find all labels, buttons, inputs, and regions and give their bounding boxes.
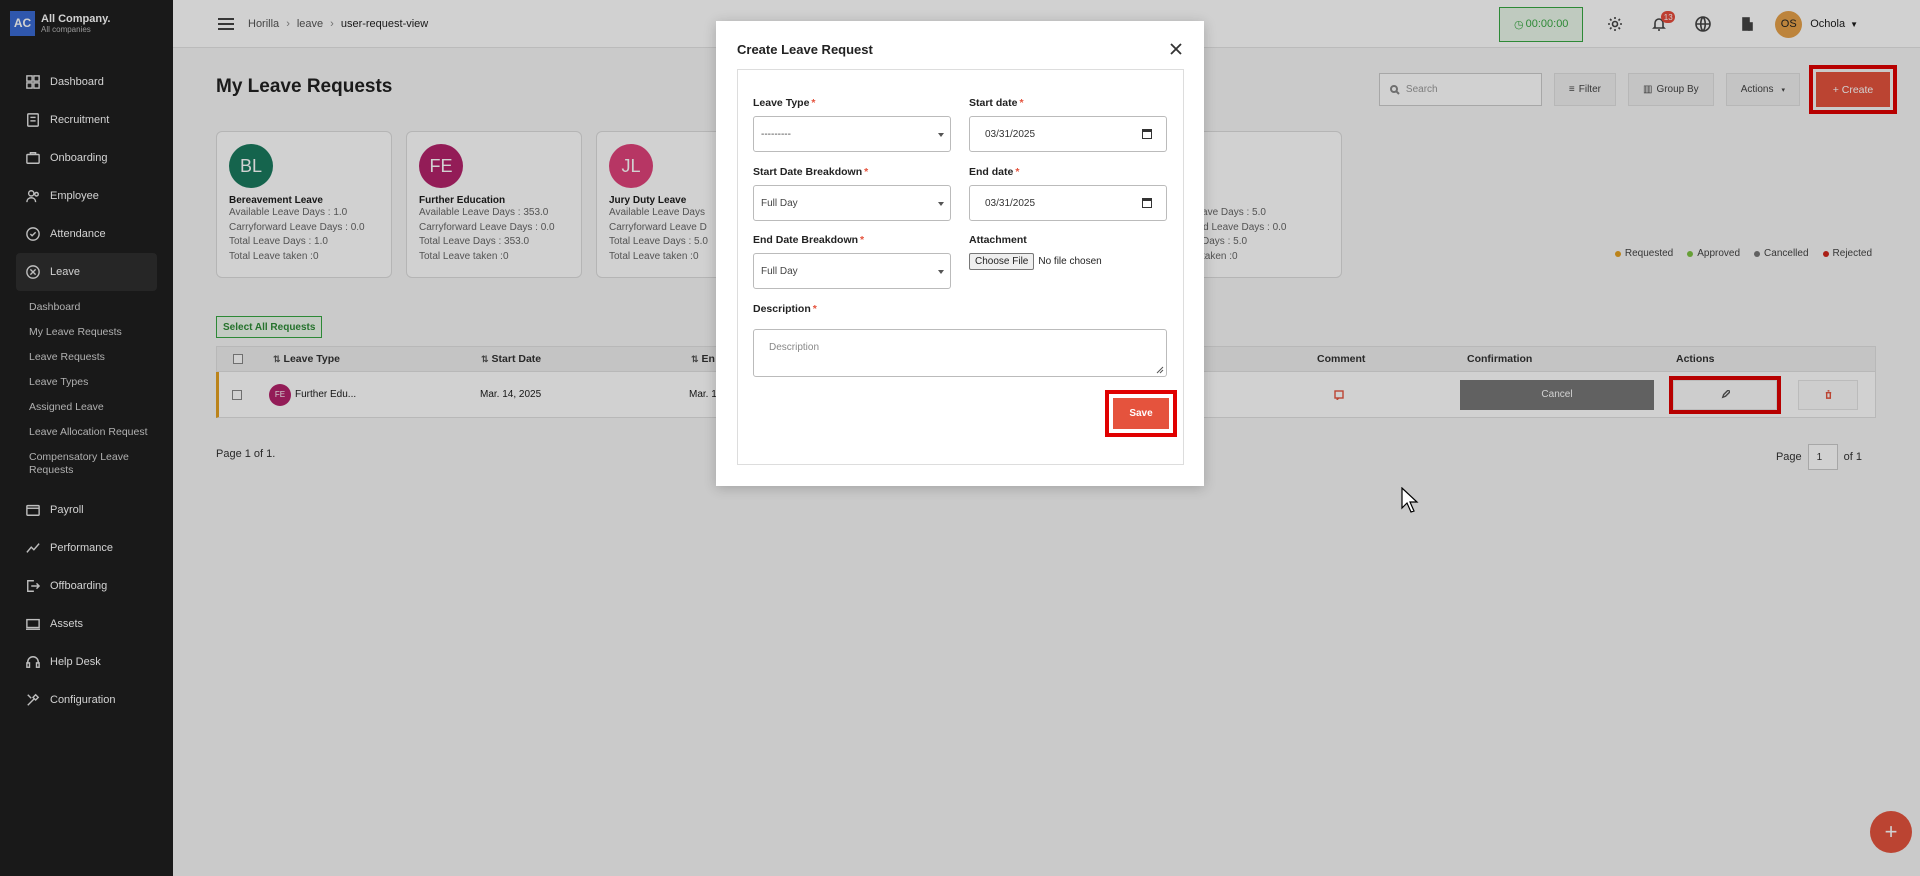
- choose-file-button[interactable]: Choose File: [969, 253, 1035, 270]
- start-date-label: Start date *: [969, 97, 1024, 109]
- start-breakdown-select[interactable]: Full Day: [753, 185, 951, 221]
- end-breakdown-label: End Date Breakdown *: [753, 234, 865, 246]
- leave-type-label: Leave Type *: [753, 97, 816, 109]
- save-button[interactable]: Save: [1105, 390, 1177, 437]
- end-breakdown-group: End Date Breakdown * Full Day: [753, 234, 951, 289]
- close-icon[interactable]: [1168, 41, 1184, 57]
- start-breakdown-group: Start Date Breakdown * Full Day: [753, 166, 951, 221]
- mouse-cursor-icon: [1401, 487, 1419, 513]
- start-date-input[interactable]: 03/31/2025: [969, 116, 1167, 152]
- calendar-icon[interactable]: [1142, 198, 1152, 208]
- start-breakdown-label: Start Date Breakdown *: [753, 166, 869, 178]
- end-date-input[interactable]: 03/31/2025: [969, 185, 1167, 221]
- end-date-group: End date * 03/31/2025: [969, 166, 1167, 221]
- description-placeholder: Description: [769, 342, 820, 353]
- calendar-icon[interactable]: [1142, 129, 1152, 139]
- description-group: Description * Description: [753, 303, 1167, 377]
- description-textarea[interactable]: Description: [753, 329, 1167, 377]
- resize-handle-icon[interactable]: [1154, 364, 1164, 374]
- description-label: Description *: [753, 303, 817, 315]
- leave-request-form: Leave Type * --------- Start date * 03/31/…: [737, 69, 1184, 465]
- start-date-value: 03/31/2025: [985, 128, 1036, 140]
- leave-type-select[interactable]: ---------: [753, 116, 951, 152]
- attachment-input: Choose File No file chosen: [969, 253, 1102, 270]
- attachment-label: Attachment: [969, 234, 1027, 246]
- modal-title: Create Leave Request: [737, 42, 873, 57]
- start-date-group: Start date * 03/31/2025: [969, 97, 1167, 152]
- end-date-value: 03/31/2025: [985, 197, 1036, 209]
- create-leave-request-modal: Create Leave Request Leave Type * -------…: [716, 21, 1204, 486]
- attachment-group: Attachment Choose File No file chosen: [969, 234, 1102, 270]
- end-breakdown-select[interactable]: Full Day: [753, 253, 951, 289]
- end-date-label: End date *: [969, 166, 1020, 178]
- leave-type-group: Leave Type * ---------: [753, 97, 951, 152]
- no-file-text: No file chosen: [1038, 256, 1102, 267]
